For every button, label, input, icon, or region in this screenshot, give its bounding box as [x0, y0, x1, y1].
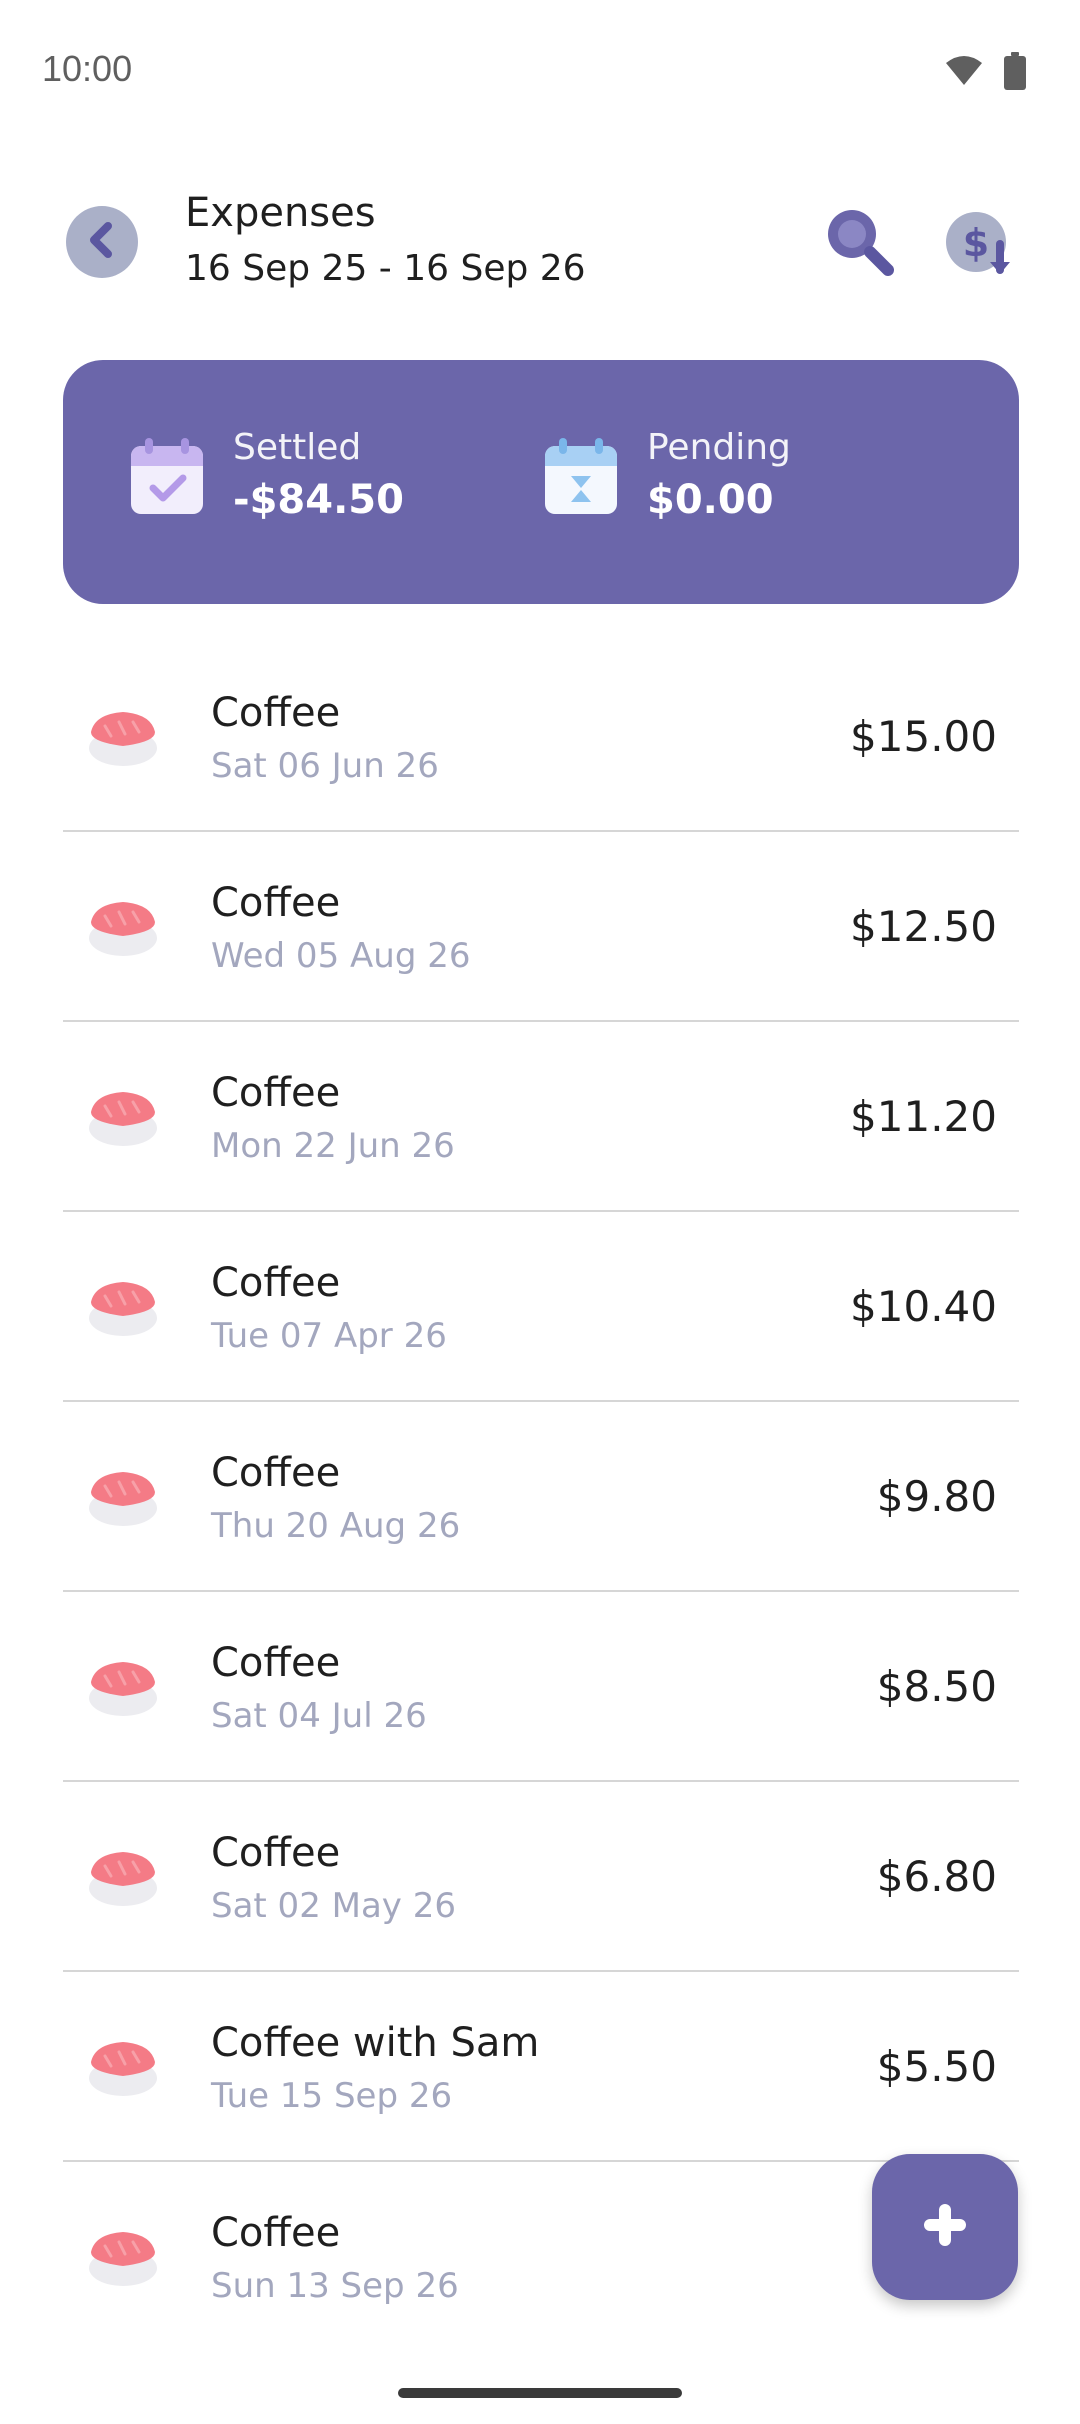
expense-row[interactable]: Coffee Sat 06 Jun 26 $15.00: [63, 642, 1019, 832]
expense-row[interactable]: Coffee Tue 07 Apr 26 $10.40: [63, 1212, 1019, 1402]
expense-date: Wed 05 Aug 26: [211, 936, 471, 976]
back-button[interactable]: [66, 206, 138, 278]
export-button[interactable]: $: [940, 206, 1020, 286]
wifi-icon: [944, 55, 984, 91]
expense-title: Coffee: [211, 880, 341, 926]
page-title: Expenses: [185, 190, 376, 236]
expense-amount: $10.40: [850, 1282, 997, 1331]
expense-date: Sat 02 May 26: [211, 1886, 456, 1926]
food-category-icon: [85, 2222, 161, 2290]
food-category-icon: [85, 1842, 161, 1910]
settled-label: Settled: [233, 427, 362, 468]
battery-icon: [1004, 52, 1026, 94]
add-expense-button[interactable]: [872, 2154, 1018, 2300]
expense-date: Sat 04 Jul 26: [211, 1696, 427, 1736]
date-range[interactable]: 16 Sep 25 - 16 Sep 26: [185, 248, 586, 289]
calendar-hourglass-icon: [545, 438, 617, 514]
expense-title: Coffee: [211, 1450, 341, 1496]
expense-title: Coffee: [211, 1260, 341, 1306]
food-category-icon: [85, 1462, 161, 1530]
expense-date: Sat 06 Jun 26: [211, 746, 439, 786]
expense-date: Tue 15 Sep 26: [211, 2076, 453, 2116]
expense-title: Coffee: [211, 1070, 341, 1116]
expense-title: Coffee: [211, 2210, 341, 2256]
food-category-icon: [85, 892, 161, 960]
status-icons: [944, 52, 1026, 94]
expense-date: Mon 22 Jun 26: [211, 1126, 455, 1166]
expense-list: Coffee Sat 06 Jun 26 $15.00 Coffee Wed 0…: [63, 642, 1019, 2352]
food-category-icon: [85, 1272, 161, 1340]
expense-amount: $8.50: [876, 1662, 997, 1711]
expense-title: Coffee: [211, 1640, 341, 1686]
search-button[interactable]: [820, 202, 900, 282]
plus-icon: [920, 2200, 970, 2254]
expense-row[interactable]: Coffee Thu 20 Aug 26 $9.80: [63, 1402, 1019, 1592]
status-time: 10:00: [42, 48, 133, 89]
expense-row[interactable]: Coffee Sat 04 Jul 26 $8.50: [63, 1592, 1019, 1782]
home-indicator[interactable]: [398, 2388, 682, 2398]
expense-amount: $5.50: [876, 2042, 997, 2091]
food-category-icon: [85, 1082, 161, 1150]
expense-amount: $6.80: [876, 1852, 997, 1901]
expense-row[interactable]: Coffee with Sam Tue 15 Sep 26 $5.50: [63, 1972, 1019, 2162]
expense-date: Thu 20 Aug 26: [211, 1506, 461, 1546]
expense-amount: $12.50: [850, 902, 997, 951]
expense-amount: $15.00: [850, 712, 997, 761]
food-category-icon: [85, 702, 161, 770]
expense-amount: $11.20: [850, 1092, 997, 1141]
expense-title: Coffee: [211, 690, 341, 736]
search-icon: [820, 210, 900, 286]
settled-value: -$84.50: [233, 477, 404, 523]
expense-title: Coffee with Sam: [211, 2020, 540, 2066]
food-category-icon: [85, 2032, 161, 2100]
expense-row[interactable]: Coffee Mon 22 Jun 26 $11.20: [63, 1022, 1019, 1212]
expense-date: Sun 13 Sep 26: [211, 2266, 459, 2306]
pending-summary[interactable]: Pending $0.00: [545, 426, 791, 530]
expense-row[interactable]: Coffee Sat 02 May 26 $6.80: [63, 1782, 1019, 1972]
svg-text:$: $: [963, 221, 989, 265]
dollar-download-icon: $: [940, 212, 1020, 290]
expense-title: Coffee: [211, 1830, 341, 1876]
pending-value: $0.00: [647, 477, 774, 523]
calendar-check-icon: [131, 438, 203, 514]
pending-label: Pending: [647, 427, 791, 468]
expense-date: Tue 07 Apr 26: [211, 1316, 447, 1356]
status-bar: 10:00: [0, 0, 1080, 140]
expense-row[interactable]: Coffee Wed 05 Aug 26 $12.50: [63, 832, 1019, 1022]
chevron-left-icon: [84, 220, 120, 264]
summary-card: Settled -$84.50 Pending $0.00: [63, 360, 1019, 604]
food-category-icon: [85, 1652, 161, 1720]
settled-summary[interactable]: Settled -$84.50: [131, 426, 404, 530]
expense-amount: $9.80: [876, 1472, 997, 1521]
